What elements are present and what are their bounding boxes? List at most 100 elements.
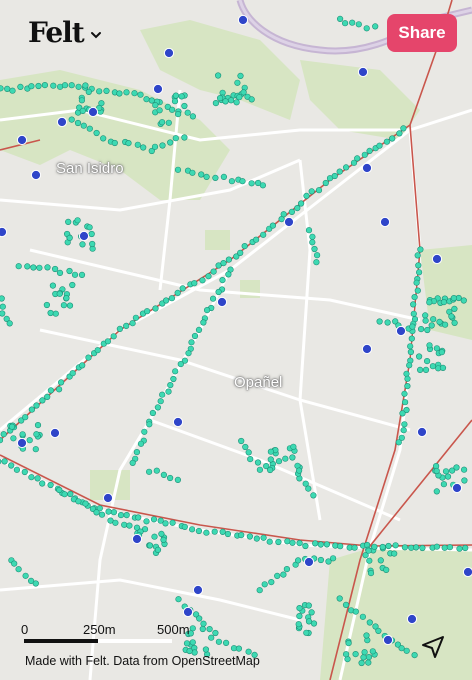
teal-point[interactable]	[223, 639, 230, 647]
teal-point[interactable]	[210, 268, 217, 275]
teal-point[interactable]	[260, 534, 267, 541]
teal-point[interactable]	[323, 541, 331, 548]
teal-point[interactable]	[361, 649, 368, 656]
teal-point[interactable]	[461, 477, 468, 484]
teal-point[interactable]	[267, 466, 274, 474]
teal-point[interactable]	[68, 82, 75, 89]
teal-point[interactable]	[253, 535, 260, 542]
teal-point[interactable]	[133, 449, 140, 456]
teal-point[interactable]	[414, 287, 421, 294]
teal-point[interactable]	[256, 466, 264, 473]
teal-point[interactable]	[224, 530, 231, 538]
teal-point[interactable]	[0, 295, 5, 302]
teal-point[interactable]	[149, 409, 156, 417]
teal-point[interactable]	[66, 267, 73, 275]
teal-point[interactable]	[391, 550, 398, 557]
teal-point[interactable]	[123, 511, 130, 519]
teal-point[interactable]	[203, 173, 210, 180]
teal-point[interactable]	[280, 211, 287, 218]
teal-point[interactable]	[32, 446, 39, 453]
teal-point[interactable]	[191, 280, 198, 287]
teal-point[interactable]	[110, 509, 117, 516]
teal-point[interactable]	[200, 620, 207, 627]
teal-point[interactable]	[35, 82, 42, 90]
teal-point[interactable]	[367, 569, 375, 577]
teal-point[interactable]	[372, 23, 379, 30]
teal-point[interactable]	[414, 252, 421, 259]
blue-point[interactable]	[182, 606, 194, 618]
teal-point[interactable]	[416, 269, 423, 276]
teal-point[interactable]	[181, 523, 188, 531]
teal-point[interactable]	[17, 83, 24, 90]
teal-point[interactable]	[419, 544, 426, 552]
teal-point[interactable]	[428, 322, 435, 329]
teal-point[interactable]	[441, 544, 448, 551]
teal-point[interactable]	[460, 297, 467, 304]
teal-point[interactable]	[401, 544, 409, 551]
blue-point[interactable]	[0, 226, 8, 238]
teal-point[interactable]	[352, 608, 359, 615]
teal-point[interactable]	[168, 295, 175, 302]
teal-point[interactable]	[451, 319, 458, 327]
teal-point[interactable]	[411, 294, 418, 301]
teal-point[interactable]	[215, 72, 222, 79]
teal-point[interactable]	[311, 245, 318, 253]
teal-point[interactable]	[50, 82, 57, 89]
teal-point[interactable]	[159, 142, 166, 149]
teal-point[interactable]	[170, 375, 177, 383]
teal-point[interactable]	[253, 236, 260, 243]
locate-arrow-icon[interactable]	[420, 634, 446, 660]
teal-point[interactable]	[236, 94, 243, 101]
teal-point[interactable]	[144, 308, 151, 315]
teal-point[interactable]	[148, 97, 155, 104]
teal-point[interactable]	[212, 174, 219, 181]
teal-point[interactable]	[49, 282, 57, 289]
teal-point[interactable]	[181, 102, 188, 110]
teal-point[interactable]	[66, 234, 73, 241]
teal-point[interactable]	[331, 172, 338, 180]
blue-point[interactable]	[379, 216, 391, 228]
blue-point[interactable]	[78, 230, 90, 242]
teal-point[interactable]	[310, 492, 317, 499]
teal-point[interactable]	[129, 320, 136, 327]
teal-point[interactable]	[354, 155, 361, 162]
teal-point[interactable]	[163, 297, 170, 304]
teal-point[interactable]	[47, 481, 54, 489]
teal-point[interactable]	[399, 410, 406, 417]
teal-point[interactable]	[117, 511, 125, 519]
teal-point[interactable]	[146, 421, 153, 428]
teal-point[interactable]	[1, 458, 8, 465]
teal-point[interactable]	[212, 629, 219, 637]
teal-point[interactable]	[158, 530, 165, 538]
teal-point[interactable]	[410, 301, 417, 308]
map-canvas[interactable]	[0, 0, 472, 680]
teal-point[interactable]	[429, 363, 437, 370]
teal-point[interactable]	[400, 125, 407, 132]
teal-point[interactable]	[174, 289, 181, 297]
teal-point[interactable]	[160, 471, 167, 479]
teal-point[interactable]	[305, 485, 312, 492]
blue-point[interactable]	[395, 325, 407, 337]
teal-point[interactable]	[167, 474, 174, 482]
teal-point[interactable]	[360, 654, 367, 661]
teal-point[interactable]	[317, 541, 324, 548]
teal-point[interactable]	[426, 342, 433, 349]
teal-point[interactable]	[22, 572, 29, 579]
teal-point[interactable]	[237, 249, 244, 256]
teal-point[interactable]	[322, 179, 329, 187]
teal-point[interactable]	[175, 596, 182, 603]
teal-point[interactable]	[308, 188, 315, 195]
blue-point[interactable]	[451, 482, 463, 494]
teal-point[interactable]	[116, 90, 123, 97]
teal-point[interactable]	[267, 456, 274, 463]
chevron-down-icon[interactable]	[90, 29, 102, 41]
teal-point[interactable]	[415, 262, 422, 269]
teal-point[interactable]	[219, 277, 226, 284]
teal-point[interactable]	[185, 350, 192, 357]
teal-point[interactable]	[174, 166, 182, 173]
teal-point[interactable]	[261, 581, 268, 588]
teal-point[interactable]	[36, 264, 43, 271]
teal-point[interactable]	[160, 536, 167, 544]
teal-point[interactable]	[169, 106, 176, 113]
teal-point[interactable]	[456, 545, 463, 552]
